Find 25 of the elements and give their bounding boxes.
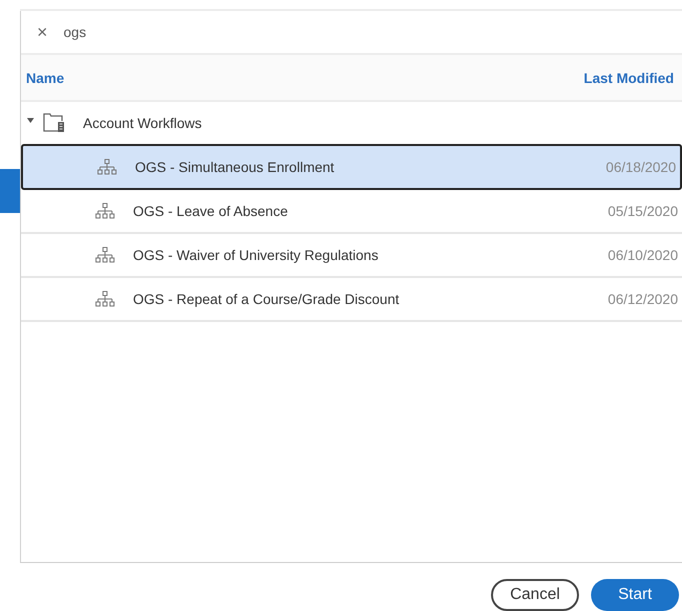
- hierarchy-icon: [95, 203, 115, 219]
- modified-date: 06/18/2020: [606, 159, 676, 175]
- workflow-row[interactable]: OGS - Simultaneous Enrollment 06/18/2020: [21, 144, 682, 190]
- hierarchy-icon: [97, 159, 117, 175]
- hierarchy-icon: [95, 247, 115, 263]
- modified-date: 05/15/2020: [608, 203, 678, 219]
- column-header[interactable]: Last Modified: [584, 70, 674, 86]
- workflow-name: OGS - Simultaneous Enrollment: [135, 159, 336, 175]
- modified-date: 06/12/2020: [608, 291, 678, 307]
- hierarchy-icon: [95, 291, 115, 307]
- workflow-row[interactable]: OGS - Repeat of a Course/Grade Discount 06/12/2020: [21, 278, 682, 322]
- workflow-name: OGS - Leave of Absence: [133, 203, 289, 219]
- workflow-row[interactable]: OGS - Leave of Absence 05/15/2020: [21, 190, 682, 234]
- workflow-name: OGS - Repeat of a Course/Grade Discount: [133, 291, 400, 307]
- column-header[interactable]: Name: [26, 70, 64, 86]
- sidebar-marker: [0, 169, 20, 213]
- cancel-button[interactable]: Cancel: [491, 579, 579, 611]
- start-button[interactable]: Start: [591, 579, 679, 611]
- folder-icon: [43, 113, 65, 133]
- workflow-row[interactable]: OGS - Waiver of University Regulations 06/10/2020: [21, 234, 682, 278]
- modified-date: 06/10/2020: [608, 247, 678, 263]
- folder-name: Account Workflows: [83, 115, 202, 131]
- clear-button[interactable]: ×: [37, 23, 48, 41]
- caret-icon[interactable]: [27, 118, 34, 122]
- workflow-name: OGS - Waiver of University Regulations: [133, 247, 380, 263]
